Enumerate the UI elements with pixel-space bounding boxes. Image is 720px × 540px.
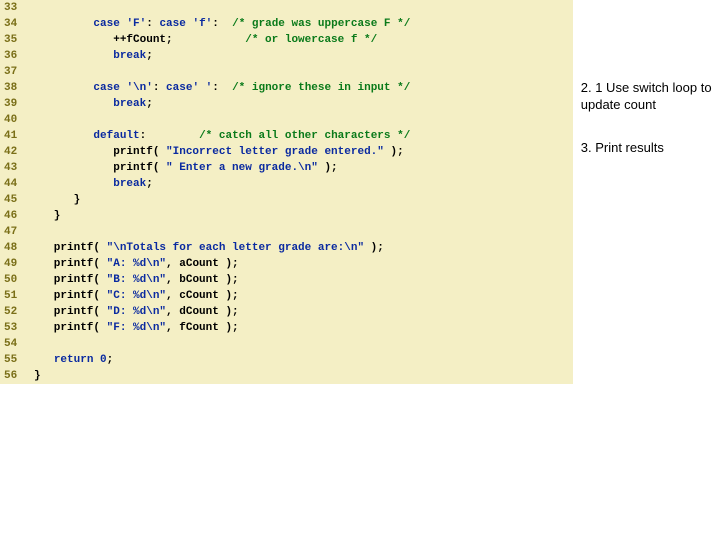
line-number: 53 bbox=[0, 320, 34, 336]
code-line: 38 case '\n': case' ': /* ignore these i… bbox=[0, 80, 573, 96]
code-text: printf( "Incorrect letter grade entered.… bbox=[34, 144, 573, 160]
code-text: } bbox=[34, 208, 573, 224]
line-number: 46 bbox=[0, 208, 34, 224]
code-text: break; bbox=[34, 176, 573, 192]
code-text: printf( "\nTotals for each letter grade … bbox=[34, 240, 573, 256]
line-number: 51 bbox=[0, 288, 34, 304]
code-text bbox=[34, 64, 573, 80]
code-line: 45 } bbox=[0, 192, 573, 208]
line-number: 34 bbox=[0, 16, 34, 32]
line-number: 36 bbox=[0, 48, 34, 64]
code-text: case 'F': case 'f': /* grade was upperca… bbox=[34, 16, 573, 32]
line-number: 47 bbox=[0, 224, 34, 240]
code-text: default: /* catch all other characters *… bbox=[34, 128, 573, 144]
code-line: 33 bbox=[0, 0, 573, 16]
line-number: 40 bbox=[0, 112, 34, 128]
line-number: 42 bbox=[0, 144, 34, 160]
code-text: printf( "C: %d\n", cCount ); bbox=[34, 288, 573, 304]
line-number: 33 bbox=[0, 0, 34, 16]
code-text: printf( "B: %d\n", bCount ); bbox=[34, 272, 573, 288]
code-line: 46 } bbox=[0, 208, 573, 224]
code-text: case '\n': case' ': /* ignore these in i… bbox=[34, 80, 573, 96]
code-line: 41 default: /* catch all other character… bbox=[0, 128, 573, 144]
line-number: 56 bbox=[0, 368, 34, 384]
code-text bbox=[34, 112, 573, 128]
code-text bbox=[34, 0, 573, 16]
code-text bbox=[34, 336, 573, 352]
code-table: 3334 case 'F': case 'f': /* grade was up… bbox=[0, 0, 573, 384]
line-number: 38 bbox=[0, 80, 34, 96]
code-line: 51 printf( "C: %d\n", cCount ); bbox=[0, 288, 573, 304]
code-text: printf( " Enter a new grade.\n" ); bbox=[34, 160, 573, 176]
code-line: 37 bbox=[0, 64, 573, 80]
line-number: 41 bbox=[0, 128, 34, 144]
code-text: break; bbox=[34, 96, 573, 112]
code-line: 36 break; bbox=[0, 48, 573, 64]
code-text: printf( "F: %d\n", fCount ); bbox=[34, 320, 573, 336]
code-line: 44 break; bbox=[0, 176, 573, 192]
line-number: 39 bbox=[0, 96, 34, 112]
code-text: return 0; bbox=[34, 352, 573, 368]
line-number: 54 bbox=[0, 336, 34, 352]
code-line: 50 printf( "B: %d\n", bCount ); bbox=[0, 272, 573, 288]
line-number: 50 bbox=[0, 272, 34, 288]
code-line: 52 printf( "D: %d\n", dCount ); bbox=[0, 304, 573, 320]
code-text: ++fCount; /* or lowercase f */ bbox=[34, 32, 573, 48]
line-number: 48 bbox=[0, 240, 34, 256]
code-line: 48 printf( "\nTotals for each letter gra… bbox=[0, 240, 573, 256]
code-line: 56} bbox=[0, 368, 573, 384]
page-wrap: 3334 case 'F': case 'f': /* grade was up… bbox=[0, 0, 720, 384]
line-number: 49 bbox=[0, 256, 34, 272]
line-number: 44 bbox=[0, 176, 34, 192]
code-text bbox=[34, 224, 573, 240]
code-line: 43 printf( " Enter a new grade.\n" ); bbox=[0, 160, 573, 176]
code-line: 53 printf( "F: %d\n", fCount ); bbox=[0, 320, 573, 336]
code-line: 34 case 'F': case 'f': /* grade was uppe… bbox=[0, 16, 573, 32]
code-line: 47 bbox=[0, 224, 573, 240]
code-text: printf( "A: %d\n", aCount ); bbox=[34, 256, 573, 272]
code-text: } bbox=[34, 368, 573, 384]
annotation-column: 2. 1 Use switch loop to update count 3. … bbox=[573, 0, 720, 183]
line-number: 52 bbox=[0, 304, 34, 320]
line-number: 35 bbox=[0, 32, 34, 48]
line-number: 37 bbox=[0, 64, 34, 80]
code-line: 55 return 0; bbox=[0, 352, 573, 368]
code-text: break; bbox=[34, 48, 573, 64]
line-number: 43 bbox=[0, 160, 34, 176]
line-number: 55 bbox=[0, 352, 34, 368]
code-line: 49 printf( "A: %d\n", aCount ); bbox=[0, 256, 573, 272]
code-line: 35 ++fCount; /* or lowercase f */ bbox=[0, 32, 573, 48]
code-line: 42 printf( "Incorrect letter grade enter… bbox=[0, 144, 573, 160]
code-line: 40 bbox=[0, 112, 573, 128]
code-line: 54 bbox=[0, 336, 573, 352]
code-text: } bbox=[34, 192, 573, 208]
line-number: 45 bbox=[0, 192, 34, 208]
code-panel: 3334 case 'F': case 'f': /* grade was up… bbox=[0, 0, 573, 384]
annotation-1: 2. 1 Use switch loop to update count bbox=[581, 80, 716, 114]
code-line: 39 break; bbox=[0, 96, 573, 112]
code-text: printf( "D: %d\n", dCount ); bbox=[34, 304, 573, 320]
annotation-2: 3. Print results bbox=[581, 140, 716, 157]
